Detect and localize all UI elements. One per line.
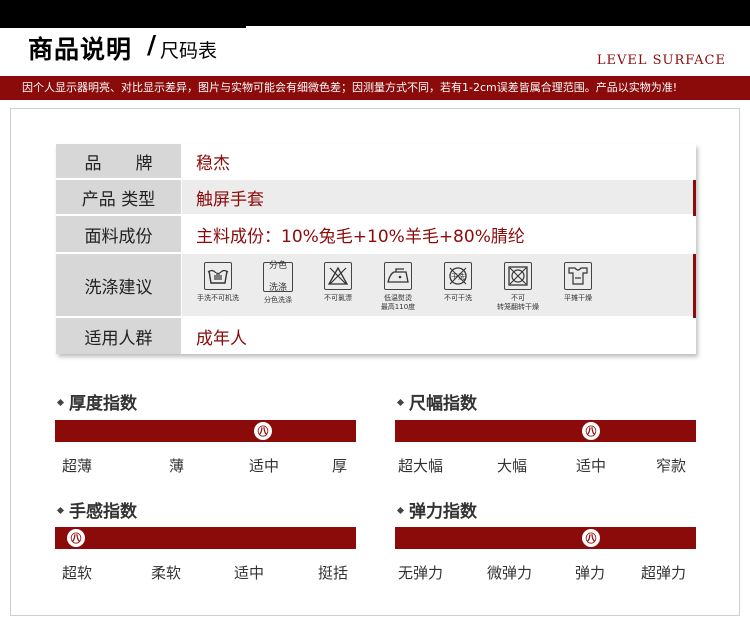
diamond-bullet-icon bbox=[396, 398, 405, 406]
page-title: 商品说明 bbox=[28, 35, 133, 64]
notice-bar: 因个人显示器明亮、对比显示差异，图片与实物可能会有细微色差；因测量方式不同，若有… bbox=[0, 76, 750, 100]
feel-marker-icon: ㊇ bbox=[67, 529, 85, 547]
care-label: 手洗不可机洗 bbox=[197, 294, 239, 302]
care-item: 低温熨烫 最高110度 bbox=[368, 254, 428, 312]
thickness-index-title: 厚度指数 bbox=[56, 389, 137, 414]
spec-row-brand: 品 牌 稳杰 bbox=[56, 144, 696, 180]
flat-dry-icon bbox=[564, 262, 592, 290]
spec-row-fabric: 面料成份 主料成份：10%兔毛+10%羊毛+80%腈纶 bbox=[56, 216, 696, 254]
no-bleach-icon bbox=[324, 262, 352, 290]
care-item: 不可 转笼翻转干燥 bbox=[488, 254, 548, 312]
care-label: 分色洗涤 bbox=[264, 296, 292, 304]
diamond-bullet-icon bbox=[56, 398, 65, 406]
care-label: 不可 转笼翻转干燥 bbox=[497, 294, 539, 311]
page-subtitle: 尺码表 bbox=[160, 40, 218, 62]
top-black-band bbox=[0, 0, 750, 26]
size-index-title: 尺幅指数 bbox=[396, 389, 477, 414]
spec-value: 主料成份：10%兔毛+10%羊毛+80%腈纶 bbox=[196, 226, 525, 247]
brand-logo-text: LEVEL SURFACE bbox=[596, 53, 726, 68]
size-index-bar: ㊇ bbox=[395, 420, 696, 442]
no-dry-clean-icon: 干洗 bbox=[444, 262, 472, 290]
hand-wash-icon bbox=[204, 262, 232, 290]
accent-edge bbox=[693, 180, 696, 216]
care-item: 分色 洗涤 分色洗涤 bbox=[248, 254, 308, 305]
spec-row-people: 适用人群 成年人 bbox=[56, 318, 696, 354]
care-label: 低温熨烫 最高110度 bbox=[380, 294, 416, 311]
size-marker-icon: ㊇ bbox=[582, 422, 600, 440]
spec-table: 品 牌 稳杰 产品 类型 触屏手套 面料成份 主料成份：10%兔毛+10%羊毛+… bbox=[56, 144, 696, 354]
spec-value: 稳杰 bbox=[196, 153, 230, 174]
spec-value: 触屏手套 bbox=[182, 180, 696, 214]
care-item: 不可氯漂 bbox=[308, 254, 368, 303]
care-item: 平摊干燥 bbox=[548, 254, 608, 303]
spec-label: 产品 类型 bbox=[56, 180, 182, 214]
care-label: 不可干洗 bbox=[444, 294, 472, 302]
title-slash: / bbox=[147, 30, 157, 59]
care-label: 不可氯漂 bbox=[324, 294, 352, 302]
spec-row-type: 产品 类型 触屏手套 bbox=[56, 180, 696, 216]
feel-index-bar: ㊇ bbox=[55, 527, 356, 549]
spec-label: 品 牌 bbox=[56, 144, 182, 178]
elastic-index-bar: ㊇ bbox=[395, 527, 696, 549]
elastic-marker-icon: ㊇ bbox=[582, 529, 600, 547]
no-tumble-dry-icon bbox=[504, 262, 532, 290]
care-label: 平摊干燥 bbox=[564, 294, 592, 302]
spec-label: 洗涤建议 bbox=[56, 254, 182, 316]
care-item: 手洗不可机洗 bbox=[188, 254, 248, 303]
care-icons: 手洗不可机洗 分色 洗涤 分色洗涤 不可氯漂 低温熨烫 最高110度 干洗 不可干洗 不可 转笼翻转… bbox=[188, 254, 608, 316]
care-item: 干洗 不可干洗 bbox=[428, 254, 488, 303]
accent-edge bbox=[693, 254, 696, 318]
spec-row-wash: 洗涤建议 手洗不可机洗 分色 洗涤 分色洗涤 不可氯漂 低温熨烫 最高110度 干洗 不可干洗不… bbox=[56, 254, 696, 318]
thickness-index-bar: ㊇ bbox=[55, 420, 356, 442]
thickness-marker-icon: ㊇ bbox=[254, 422, 272, 440]
diamond-bullet-icon bbox=[56, 506, 65, 514]
spec-label: 面料成份 bbox=[56, 216, 182, 252]
low-iron-icon bbox=[384, 262, 412, 290]
spec-value: 成年人 bbox=[196, 328, 247, 349]
elastic-index-title: 弹力指数 bbox=[396, 497, 477, 522]
separate-wash-icon: 分色 洗涤 bbox=[263, 261, 293, 293]
diamond-bullet-icon bbox=[396, 506, 405, 514]
care-icons-row: 手洗不可机洗 分色 洗涤 分色洗涤 不可氯漂 低温熨烫 最高110度 干洗 不可干洗 不可 转笼翻转… bbox=[182, 254, 696, 316]
feel-index-title: 手感指数 bbox=[56, 497, 137, 522]
spec-label: 适用人群 bbox=[56, 318, 182, 354]
